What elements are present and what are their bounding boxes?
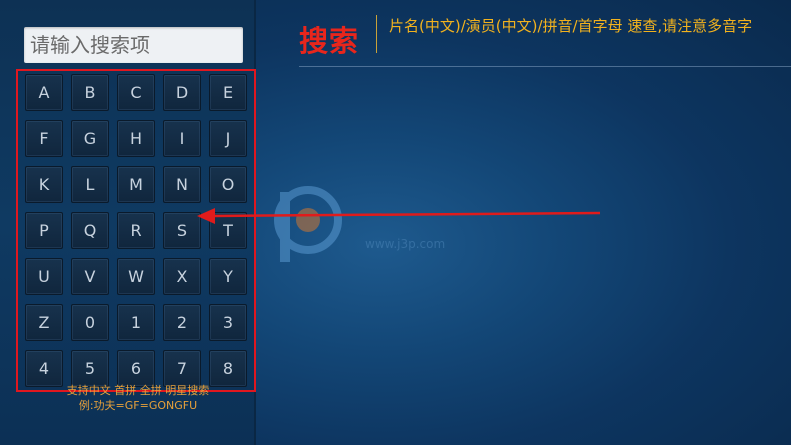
key-t[interactable]: T xyxy=(209,212,247,249)
key-r[interactable]: R xyxy=(117,212,155,249)
key-a[interactable]: A xyxy=(25,74,63,111)
key-q[interactable]: Q xyxy=(71,212,109,249)
watermark-logo: www.j3p.com xyxy=(274,186,445,262)
key-5[interactable]: 5 xyxy=(71,350,109,387)
key-n[interactable]: N xyxy=(163,166,201,203)
key-0[interactable]: 0 xyxy=(71,304,109,341)
watermark-stem xyxy=(280,192,290,262)
key-m[interactable]: M xyxy=(117,166,155,203)
key-w[interactable]: W xyxy=(117,258,155,295)
key-e[interactable]: E xyxy=(209,74,247,111)
key-3[interactable]: 3 xyxy=(209,304,247,341)
key-x[interactable]: X xyxy=(163,258,201,295)
key-2[interactable]: 2 xyxy=(163,304,201,341)
key-k[interactable]: K xyxy=(25,166,63,203)
hint-line-2: 例:功夫=GF=GONGFU xyxy=(78,399,198,412)
key-i[interactable]: I xyxy=(163,120,201,157)
page-title: 搜索 xyxy=(299,24,360,58)
key-4[interactable]: 4 xyxy=(25,350,63,387)
key-s[interactable]: S xyxy=(163,212,201,249)
key-f[interactable]: F xyxy=(25,120,63,157)
key-g[interactable]: G xyxy=(71,120,109,157)
search-input[interactable] xyxy=(24,27,243,63)
key-d[interactable]: D xyxy=(163,74,201,111)
key-z[interactable]: Z xyxy=(25,304,63,341)
key-y[interactable]: Y xyxy=(209,258,247,295)
key-u[interactable]: U xyxy=(25,258,63,295)
watermark-domain: www.j3p.com xyxy=(365,237,445,251)
watermark-dot xyxy=(296,208,320,232)
key-c[interactable]: C xyxy=(117,74,155,111)
key-b[interactable]: B xyxy=(71,74,109,111)
key-7[interactable]: 7 xyxy=(163,350,201,387)
key-6[interactable]: 6 xyxy=(117,350,155,387)
hint-line-1: 支持中文 首拼 全拼 明星搜索 xyxy=(66,384,210,397)
header-divider xyxy=(299,66,791,67)
left-panel: ABCDE FGHIJ KLMNO PQRST UVWXY Z0123 45678 支持中文… xyxy=(0,0,256,445)
search-instruction: 片名(中文)/演员(中文)/拼音/首字母 速查,请注意多音字 xyxy=(389,17,753,35)
title-divider xyxy=(376,15,377,53)
key-p[interactable]: P xyxy=(25,212,63,249)
key-8[interactable]: 8 xyxy=(209,350,247,387)
key-l[interactable]: L xyxy=(71,166,109,203)
key-1[interactable]: 1 xyxy=(117,304,155,341)
key-v[interactable]: V xyxy=(71,258,109,295)
search-hint: 支持中文 首拼 全拼 明星搜索 例:功夫=GF=GONGFU xyxy=(20,383,256,413)
key-h[interactable]: H xyxy=(117,120,155,157)
key-o[interactable]: O xyxy=(209,166,247,203)
key-j[interactable]: J xyxy=(209,120,247,157)
